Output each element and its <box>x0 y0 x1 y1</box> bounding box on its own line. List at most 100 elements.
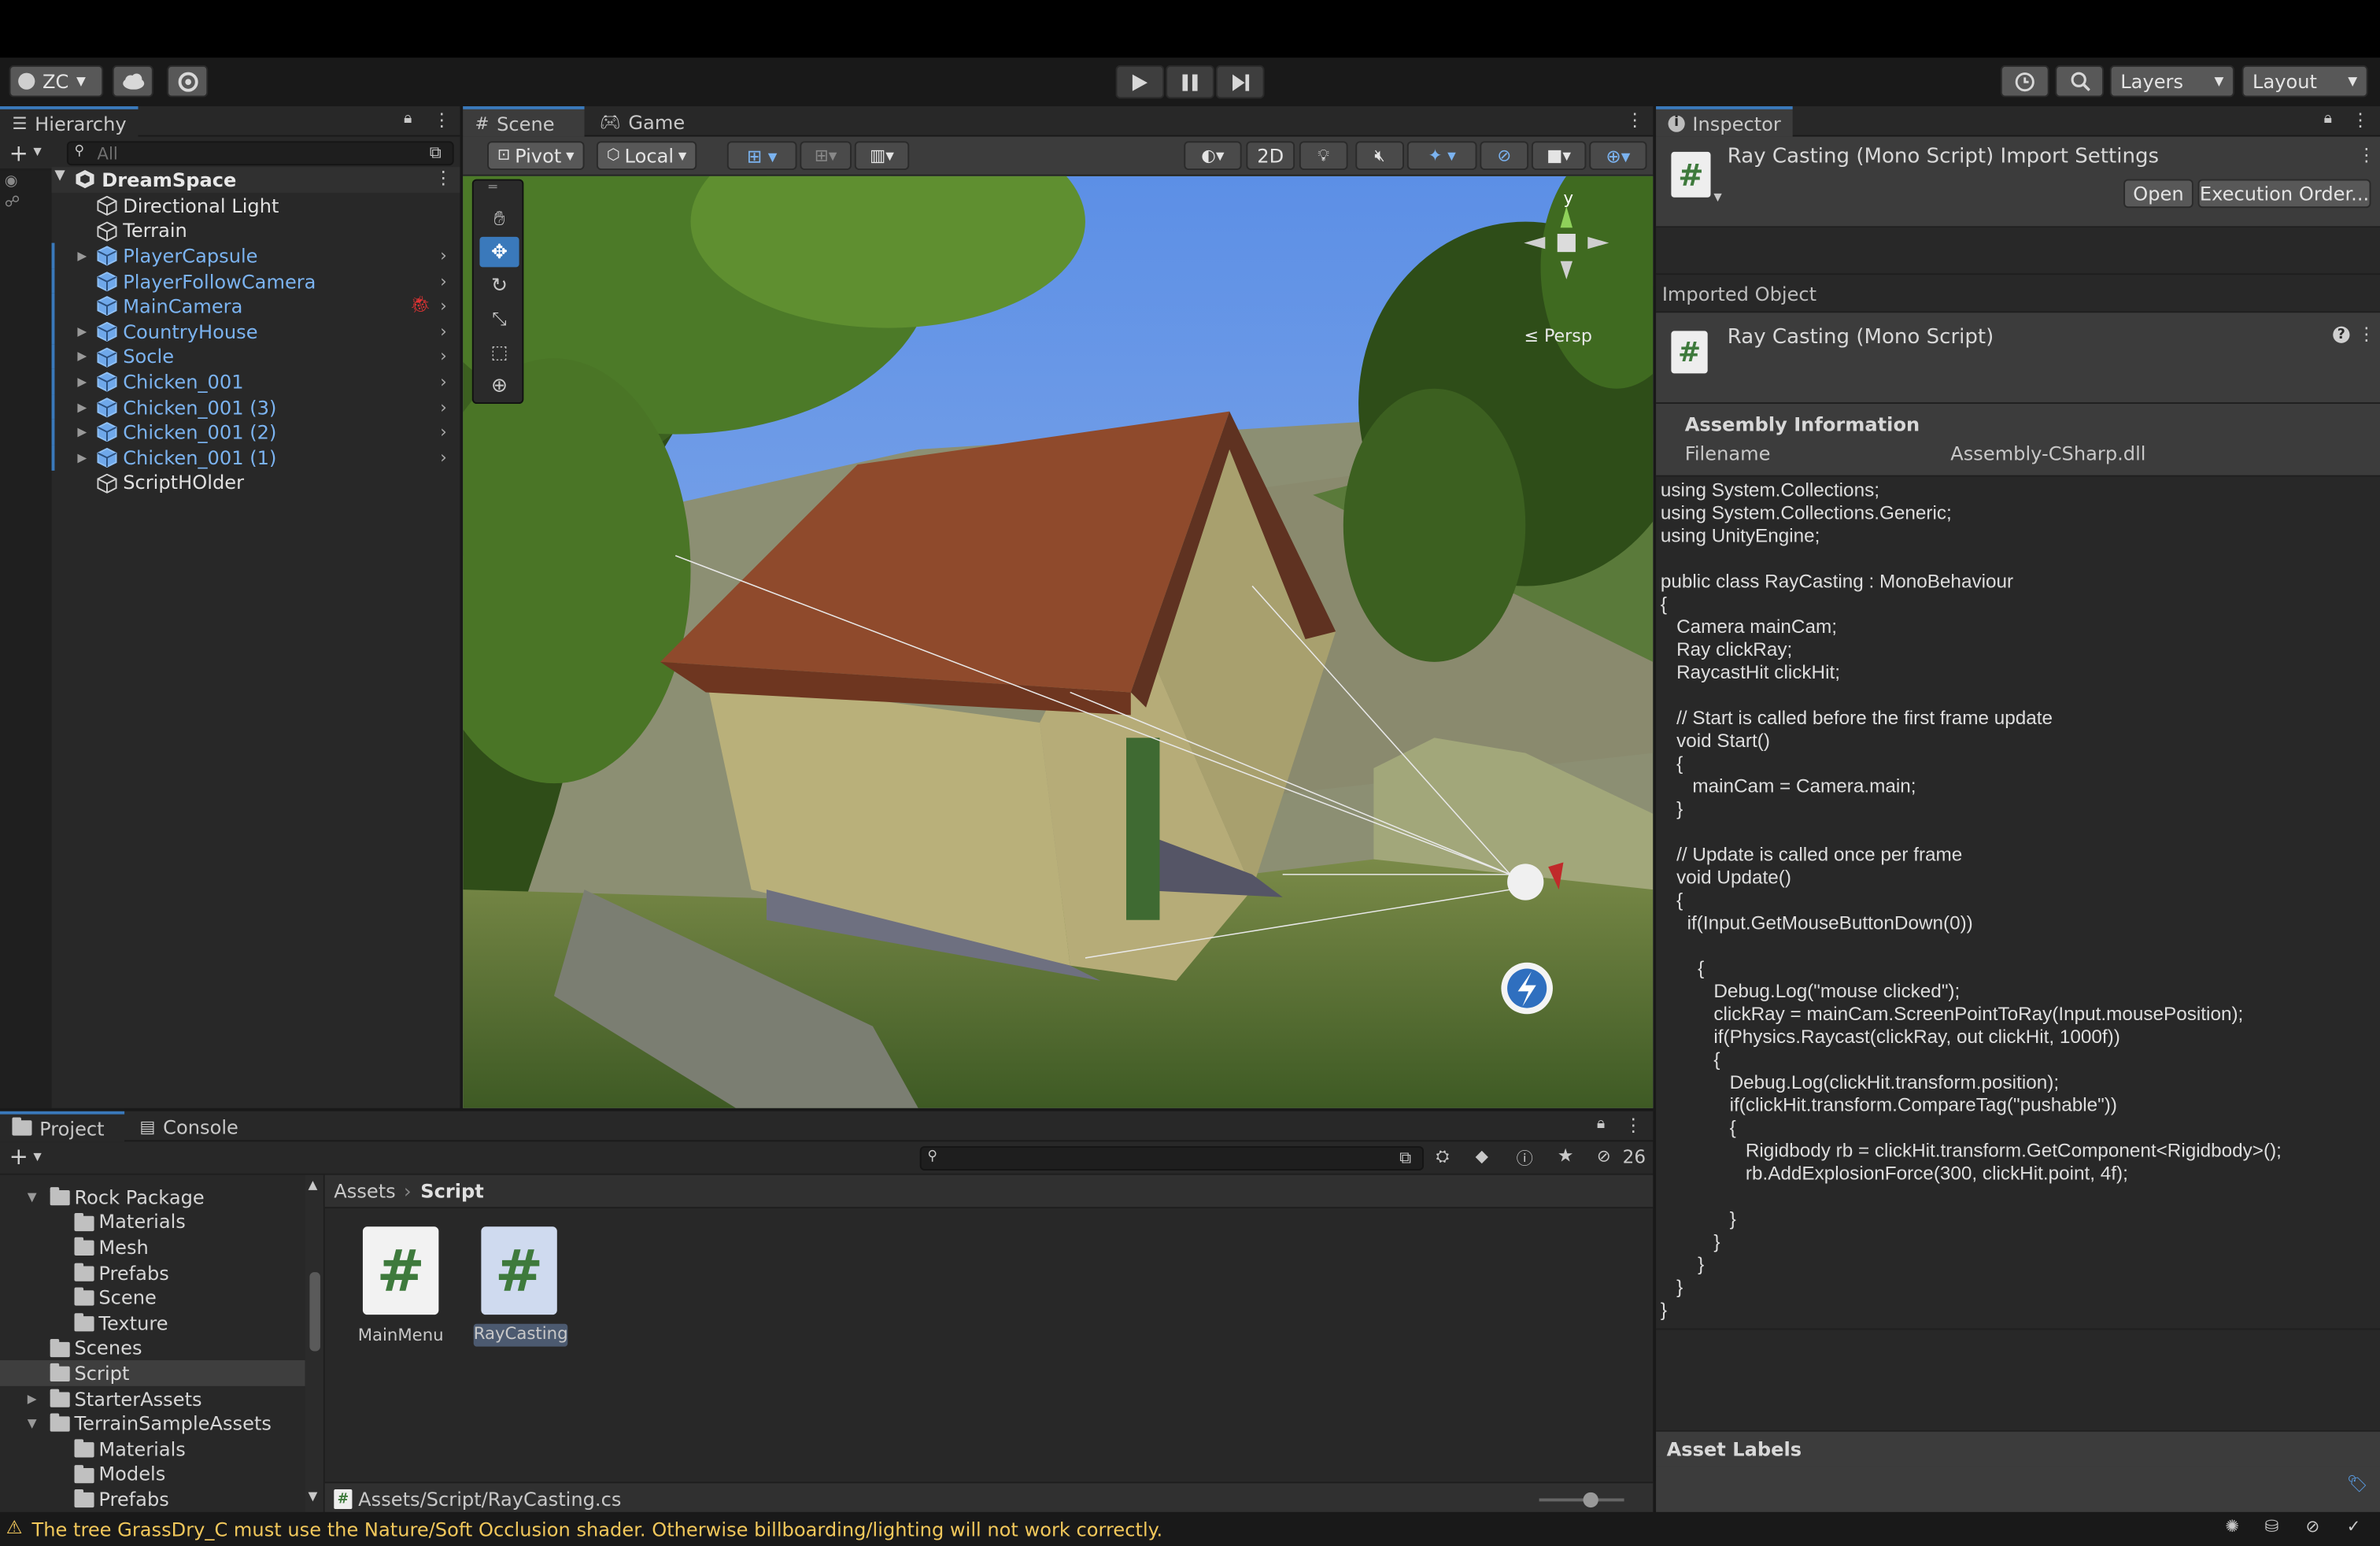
chevron-right-icon[interactable]: ▶ <box>77 450 87 464</box>
check-circle-icon[interactable]: ✓ <box>2347 1517 2361 1537</box>
filter-type-icon[interactable]: ⛭ <box>1436 1146 1449 1167</box>
hierarchy-item[interactable]: ▶ Chicken_001 (2) › <box>51 420 460 446</box>
add-icon[interactable]: + <box>9 139 28 167</box>
tab-hierarchy[interactable]: ☰ Hierarchy <box>0 106 139 137</box>
project-folder-item[interactable]: Mesh <box>0 1234 305 1259</box>
camera-dropdown[interactable]: ■▾ <box>1531 141 1587 171</box>
drag-handle-icon[interactable]: ═ <box>489 181 497 196</box>
history-button[interactable] <box>2000 65 2049 98</box>
orientation-gizmo[interactable]: y ≤ Persp <box>1510 185 1647 352</box>
open-prefab-chevron-icon[interactable]: › <box>440 246 446 265</box>
hidden-objects-toggle[interactable]: ⊘ <box>1480 141 1529 171</box>
project-folder-item[interactable]: Materials <box>0 1436 305 1461</box>
scroll-down-icon[interactable]: ▼ <box>309 1489 318 1503</box>
chevron-right-icon[interactable]: ▶ <box>77 350 87 363</box>
hierarchy-item[interactable]: ▶ CountryHouse › <box>51 319 460 345</box>
add-icon[interactable]: + <box>9 1143 28 1171</box>
open-prefab-chevron-icon[interactable]: › <box>440 346 446 366</box>
pivot-dropdown[interactable]: ⊡ Pivot ▼ <box>487 141 585 171</box>
project-folder-item[interactable]: Scenes <box>0 1335 305 1360</box>
tree-scrollbar[interactable]: ▲ ▼ <box>305 1174 323 1515</box>
chevron-right-icon[interactable]: ▶ <box>77 425 87 438</box>
eye-icon[interactable]: ◉ <box>5 173 18 190</box>
favorite-icon[interactable]: ★ <box>1558 1145 1574 1166</box>
zoom-slider-handle[interactable] <box>1583 1492 1598 1508</box>
hierarchy-item[interactable]: ScriptHOlder <box>52 470 460 495</box>
layout-dropdown[interactable]: Layout ▼ <box>2241 65 2368 98</box>
search-filter-icon[interactable]: ⧉ <box>430 142 442 164</box>
lock-icon[interactable]: 🔒︎ <box>2324 111 2332 128</box>
move-tool-icon[interactable]: ✥ <box>479 236 519 268</box>
breadcrumb-assets[interactable]: Assets <box>334 1180 395 1203</box>
open-prefab-chevron-icon[interactable]: › <box>440 398 446 417</box>
tag-icon[interactable]: 🏷︎ <box>2347 1474 2368 1494</box>
zoom-slider[interactable] <box>1539 1498 1624 1502</box>
project-folder-item[interactable]: ▶ StarterAssets <box>0 1385 305 1411</box>
hierarchy-item[interactable]: Directional Light <box>52 193 460 218</box>
hierarchy-item[interactable]: ▶ Socle › <box>51 344 460 370</box>
increment-snap-button[interactable]: ⊞▾ <box>800 141 852 171</box>
account-dropdown[interactable]: ZC ▼ <box>9 65 104 98</box>
scroll-up-icon[interactable]: ▲ <box>309 1178 318 1192</box>
effects-dropdown[interactable]: ✦ ▾ <box>1406 141 1477 171</box>
collab-button[interactable] <box>167 65 209 98</box>
project-search-input[interactable]: ⚲ ⧉ <box>919 1146 1425 1171</box>
project-folder-item[interactable]: Texture <box>0 1310 305 1335</box>
chevron-right-icon[interactable]: ▶ <box>77 249 87 262</box>
rect-tool-icon[interactable]: ⬚ <box>479 337 519 368</box>
local-dropdown[interactable]: ⬡ Local ▼ <box>596 141 697 171</box>
chevron-right-icon[interactable]: ▶ <box>77 400 87 413</box>
grid-snap-button[interactable]: ⊞ ▾ <box>726 141 797 171</box>
search-button[interactable] <box>2055 65 2105 98</box>
project-folder-item[interactable]: Prefabs <box>0 1259 305 1285</box>
more-options-icon[interactable]: ⋮ <box>2351 109 2369 131</box>
chevron-down-icon[interactable]: ▼ <box>33 146 41 157</box>
open-prefab-chevron-icon[interactable]: › <box>440 321 446 341</box>
chevron-right-icon[interactable]: ▶ <box>77 324 87 338</box>
hierarchy-item[interactable]: PlayerFollowCamera › <box>51 268 460 294</box>
more-options-icon[interactable]: ⋮ <box>434 167 453 188</box>
chevron-right-icon[interactable]: ▶ <box>77 375 87 388</box>
chevron-down-icon[interactable]: ▼ <box>54 168 65 183</box>
open-prefab-chevron-icon[interactable]: › <box>440 372 446 391</box>
lighting-toggle[interactable]: 💡︎ <box>1299 141 1348 171</box>
open-prefab-chevron-icon[interactable]: › <box>440 423 446 442</box>
chevron-right-icon[interactable]: ▶ <box>28 1392 37 1405</box>
hidden-packages-icon[interactable]: ⊘ <box>1597 1146 1611 1166</box>
hierarchy-item[interactable]: MainCamera › 🐞︎ <box>51 293 460 319</box>
layers-dropdown[interactable]: Layers ▼ <box>2109 65 2234 98</box>
hierarchy-search-input[interactable]: ⚲ All ⧉ <box>66 141 454 166</box>
hand-tool-icon[interactable]: ✋︎ <box>479 203 519 234</box>
hierarchy-item[interactable]: ▶ Chicken_001 (3) › <box>51 394 460 420</box>
open-button[interactable]: Open <box>2123 179 2193 209</box>
project-folder-item[interactable]: ▼ TerrainSampleAssets <box>0 1411 305 1436</box>
toggle-2d-button[interactable]: 2D <box>1246 141 1295 171</box>
lock-icon[interactable]: 🔒︎ <box>1597 1116 1605 1133</box>
tab-game[interactable]: 🎮︎ Game <box>587 106 697 137</box>
tab-console[interactable]: ▤ Console <box>128 1111 250 1142</box>
chevron-down-icon[interactable]: ▼ <box>33 1151 41 1163</box>
perspective-label[interactable]: ≤ Persp <box>1524 325 1592 346</box>
draw-mode-dropdown[interactable]: ◐▾ <box>1184 141 1242 171</box>
chevron-down-icon[interactable]: ▼ <box>28 1417 37 1430</box>
hierarchy-item[interactable]: Terrain <box>52 218 460 243</box>
debug-bug-icon[interactable]: 🐞︎ <box>410 295 431 315</box>
lock-icon[interactable]: 🔒︎ <box>404 111 412 128</box>
warning-filter-icon[interactable]: ⓘ <box>1517 1146 1533 1171</box>
scene-viewport[interactable]: ═ ✋︎ ✥ ↻ ⤡ ⬚ ⊕ y ≤ Persp <box>463 176 1654 1108</box>
help-icon[interactable]: ? <box>2333 326 2350 343</box>
pick-icon[interactable]: ☍ <box>5 194 20 211</box>
label-filter-icon[interactable]: ◆ <box>1476 1146 1488 1166</box>
execution-order-button[interactable]: Execution Order... <box>2197 179 2371 209</box>
audio-toggle[interactable]: 🔇︎ <box>1355 141 1404 171</box>
scroll-thumb[interactable] <box>309 1272 320 1352</box>
transform-tool-icon[interactable]: ⊕ <box>479 371 519 401</box>
debug-icon[interactable]: ⊘ <box>2306 1517 2320 1537</box>
breadcrumb-script[interactable]: Script <box>420 1180 484 1203</box>
open-prefab-chevron-icon[interactable]: › <box>440 296 446 316</box>
hierarchy-item[interactable]: ▶ Chicken_001 (1) › <box>51 445 460 471</box>
pause-button[interactable] <box>1166 65 1214 99</box>
tab-project[interactable]: Project <box>0 1111 125 1142</box>
play-button[interactable] <box>1115 65 1165 99</box>
more-options-icon[interactable]: ⋮ <box>1624 1115 1643 1136</box>
